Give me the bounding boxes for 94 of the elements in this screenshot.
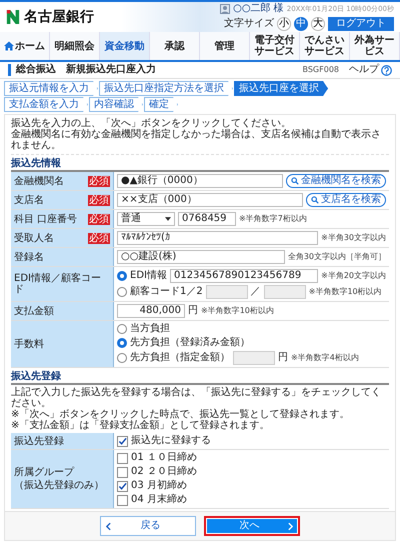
input-field[interactable]: 01234567890123456789 xyxy=(170,269,318,283)
input-field[interactable]: ●▲銀行（0000） xyxy=(117,174,283,188)
option-label: 04 月末締め xyxy=(131,494,187,506)
hint-text: ※半角20文字以内 xyxy=(321,270,386,282)
option-label: 顧客コード1／2 xyxy=(130,286,203,298)
hint-text: ※半角数字7桁以内 xyxy=(239,213,307,225)
nav-tab[interactable]: 外為サービス xyxy=(350,32,400,60)
field-label: 振込先登録 xyxy=(14,436,64,446)
option-label: 先方負担（指定金額） xyxy=(130,352,230,364)
progress-step: 内容確認 xyxy=(89,97,143,112)
required-badge: 必須 xyxy=(88,214,110,224)
instruction-text: 振込先を入力の上、「次へ」ボタンをクリックしてください。 xyxy=(11,118,292,129)
search-button[interactable]: 支店名を検索 xyxy=(306,193,386,207)
separator-text: ／ xyxy=(250,286,261,298)
home-icon xyxy=(4,41,14,51)
option-label: 振込先に登録する xyxy=(131,435,211,447)
search-icon xyxy=(291,177,299,185)
logout-button[interactable]: ログアウト xyxy=(328,17,394,31)
field-label: EDI情報／顧客コード xyxy=(14,273,102,295)
hint-text: ※半角数字4桁以内 xyxy=(291,352,359,364)
required-badge: 必須 xyxy=(88,232,110,244)
checkbox[interactable] xyxy=(117,494,128,506)
note-text: ※「支払金額」は「登録支払金額」として登録されます。 xyxy=(11,420,270,431)
option-label: 先方負担（登録済み金額） xyxy=(130,337,250,349)
font-size-button[interactable]: 小 xyxy=(277,17,291,31)
checkbox[interactable] xyxy=(117,436,128,446)
font-size-label: 文字サイズ xyxy=(224,18,274,30)
hint-text: ※半角30文字以内 xyxy=(321,232,386,244)
note-text: 上記で入力した振込先を登録する場合は、「振込先に登録する」をチェックしてください。 xyxy=(11,387,382,409)
font-size-button[interactable]: 大 xyxy=(311,17,325,31)
note-text: ※「次へ」ボタンをクリックした時点で、振込先一覧として登録されます。 xyxy=(11,409,350,420)
hint-text: 全角30文字以内［半角可］ xyxy=(288,251,386,263)
field-label: 手数料 xyxy=(14,338,44,350)
field-label: 登録名 xyxy=(14,252,44,262)
section-title: 振込先登録 xyxy=(11,370,389,385)
checkbox[interactable] xyxy=(117,452,128,464)
page-category: 総合振込 xyxy=(8,64,56,76)
progress-step: 振込元情報を入力 xyxy=(4,81,98,96)
field-label: 受取人名 xyxy=(14,232,54,244)
checkbox[interactable] xyxy=(117,480,128,492)
input-field[interactable]: 480,000 xyxy=(117,304,185,318)
input-field[interactable]: ○○建設(株) xyxy=(117,250,285,264)
radio-button[interactable] xyxy=(117,338,127,348)
help-link[interactable]: ヘルプ xyxy=(349,64,392,76)
nav-tab[interactable]: ホーム xyxy=(0,32,50,60)
progress-step: 確定 xyxy=(144,97,178,112)
hint-text: ※半角数字10桁以内 xyxy=(308,286,382,298)
account-type-select[interactable]: 普通 xyxy=(117,212,175,226)
dropdown-caret-icon xyxy=(165,217,171,221)
chevron-left-icon xyxy=(106,522,111,530)
page-title: 新規振込先口座入力 xyxy=(66,64,157,76)
screen-id: BSGF008 xyxy=(302,64,339,76)
option-label: 01 １０日締め xyxy=(131,452,197,464)
progress-step: 振込先口座を選択 xyxy=(234,81,328,96)
input-field[interactable]: 0768459 xyxy=(178,212,236,226)
nav-tab[interactable]: 承認 xyxy=(150,32,200,60)
option-label: 02 ２０日締め xyxy=(131,466,197,478)
hint-text: ※半角数字10桁以内 xyxy=(201,305,274,317)
required-badge: 必須 xyxy=(88,194,110,206)
field-label: 支店名 xyxy=(14,194,44,206)
field-sublabel: （振込先登録のみ） xyxy=(14,480,104,491)
bank-logo-icon xyxy=(6,9,20,25)
field-label: 所属グループ xyxy=(14,467,74,478)
radio-button[interactable] xyxy=(117,324,127,334)
bank-name: 名古屋銀行 xyxy=(24,9,94,25)
font-size-button[interactable]: 中 xyxy=(294,17,308,31)
option-label: EDI情報 xyxy=(130,270,167,282)
unit-text: 円 xyxy=(188,305,198,317)
checkbox[interactable] xyxy=(117,466,128,478)
field-label: 支払金額 xyxy=(14,306,54,316)
field-label: 金融機関名 xyxy=(14,176,64,186)
search-icon xyxy=(311,196,319,204)
unit-text: 円 xyxy=(278,352,288,364)
option-label: 当方負担 xyxy=(130,323,170,335)
user-icon xyxy=(220,4,230,14)
search-button[interactable]: 金融機関名を検索 xyxy=(286,174,386,188)
nav-tab[interactable]: 管理 xyxy=(200,32,250,60)
nav-tab[interactable]: でんさいサービス xyxy=(300,32,350,60)
nav-button[interactable]: 次へ xyxy=(204,516,300,536)
nav-button[interactable]: 戻る xyxy=(100,516,196,536)
progress-step: 振込先口座指定方法を選択 xyxy=(99,81,233,96)
instruction-text: 金融機関名に有効な金融機関を指定しなかった場合は、支店名候補は自動で表示されません。 xyxy=(11,129,382,151)
help-icon xyxy=(381,64,392,76)
input-field[interactable]: ﾏﾙﾏﾙｹﾝｾﾂ(ｶ xyxy=(117,231,318,245)
progress-step: 支払金額を入力 xyxy=(4,97,88,112)
required-badge: 必須 xyxy=(88,176,110,186)
nav-tab[interactable]: 資金移動 xyxy=(100,32,150,60)
chevron-right-icon xyxy=(288,522,293,530)
field-label: 科目 口座番号 xyxy=(14,214,78,224)
radio-button[interactable] xyxy=(117,271,127,281)
user-name: ○○二郎 様 xyxy=(233,3,284,15)
input-field[interactable]: ××支店（000） xyxy=(117,193,303,207)
nav-tab[interactable]: 電子交付サービス xyxy=(250,32,300,60)
option-label: 03 月初締め xyxy=(131,480,187,492)
